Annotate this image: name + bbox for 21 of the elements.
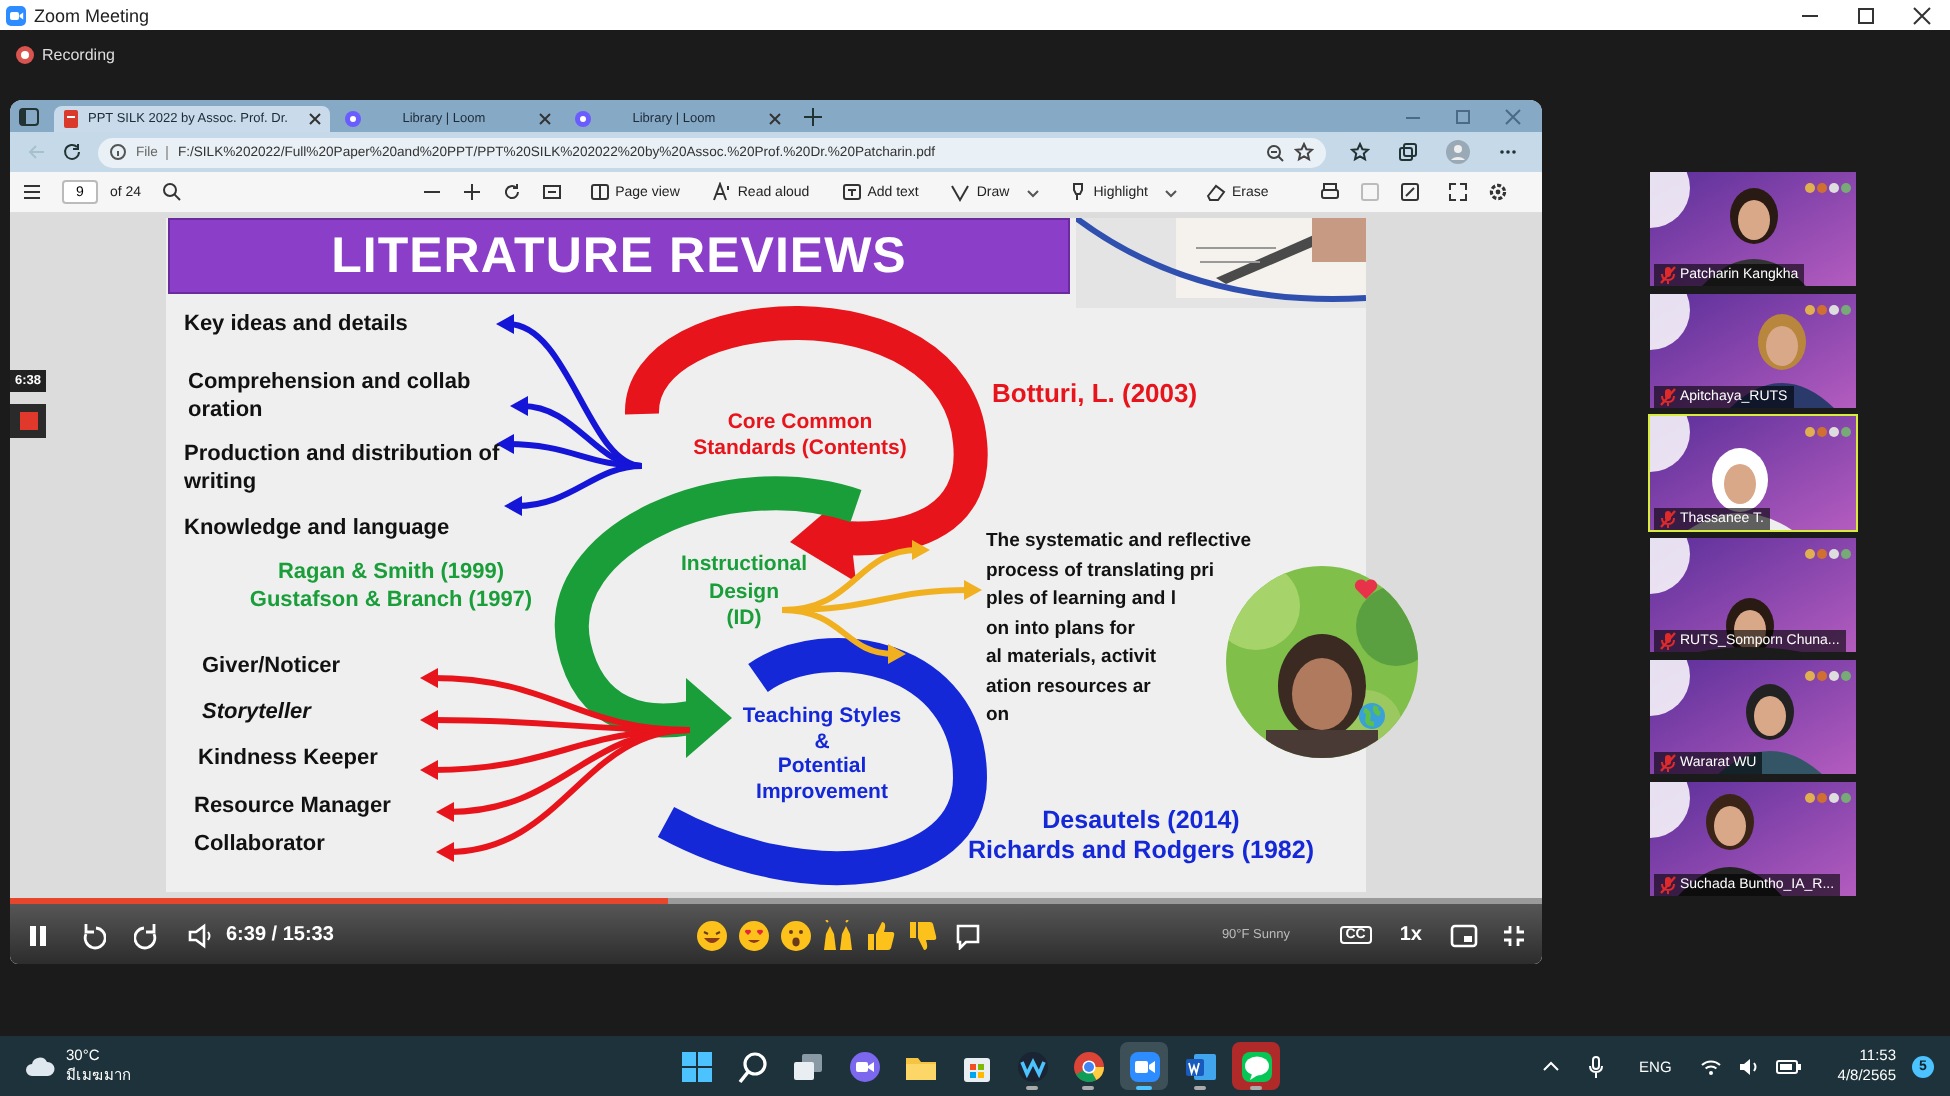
- cycle-label: Instructional Design (ID): [678, 552, 809, 633]
- cycle-label: Core Common Standards (Contents): [691, 410, 909, 460]
- playback-time: 6:39 / 15:33: [226, 924, 334, 946]
- definition-text: The systematic and reflective process of translating pri ples of learning and l on into plans for al materials, activit ation resources ar on: [986, 528, 1252, 730]
- slide-title: LITERATURE REVIEWS: [168, 218, 1070, 294]
- role-text: Giver/Noticer: [202, 654, 341, 681]
- role-text: Resource Manager: [194, 794, 391, 821]
- skill-text: Knowledge and language: [184, 514, 450, 542]
- skill-text: Key ideas and details: [184, 310, 408, 338]
- reference-text: Botturi, L. (2003): [992, 378, 1198, 410]
- window-title: Zoom Meeting: [34, 5, 152, 25]
- cycle-label: Teaching Styles & Potential Improvement: [740, 704, 904, 804]
- reference-text: Desautels (2014) Richards and Rodgers (1982): [966, 806, 1316, 866]
- reference-text: Ragan & Smith (1999) Gustafson & Branch (1997): [247, 558, 535, 614]
- skill-text: Comprehension and collab oration: [188, 368, 471, 424]
- role-text: Storyteller: [202, 700, 311, 727]
- role-text: Collaborator: [194, 832, 325, 859]
- skill-text: Production and distribution of writing: [184, 440, 500, 496]
- recording-label: Recording: [42, 45, 115, 63]
- role-text: Kindness Keeper: [198, 746, 378, 773]
- speed-button[interactable]: 1x: [1399, 924, 1422, 946]
